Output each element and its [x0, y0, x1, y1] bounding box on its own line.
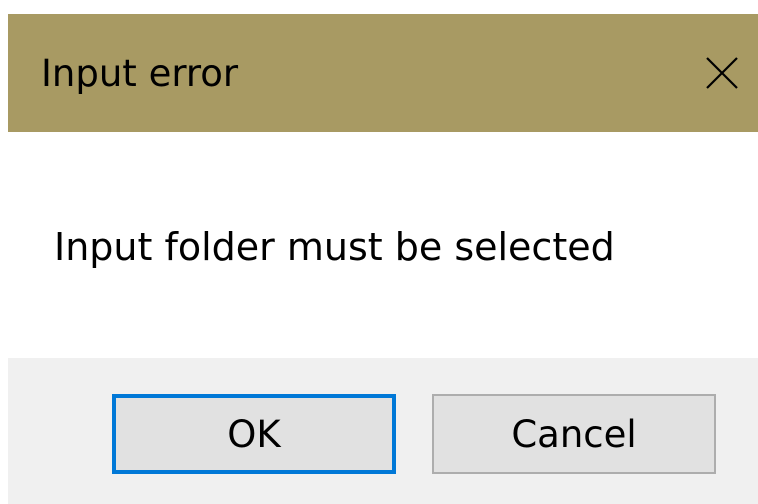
close-button[interactable]	[686, 14, 758, 132]
error-message: Input folder must be selected	[54, 225, 615, 269]
top-margin	[0, 0, 758, 14]
title-bar[interactable]: Input error	[8, 14, 758, 132]
message-area: Input folder must be selected	[8, 132, 758, 358]
cancel-button-label: Cancel	[511, 412, 637, 456]
dialog-window: Input error Input folder must be selecte…	[0, 0, 758, 504]
button-bar: OK Cancel	[8, 358, 758, 504]
cancel-button[interactable]: Cancel	[432, 394, 716, 474]
ok-button[interactable]: OK	[112, 394, 396, 474]
dialog-title: Input error	[41, 52, 239, 95]
ok-button-label: OK	[227, 412, 281, 456]
close-icon	[705, 56, 739, 90]
